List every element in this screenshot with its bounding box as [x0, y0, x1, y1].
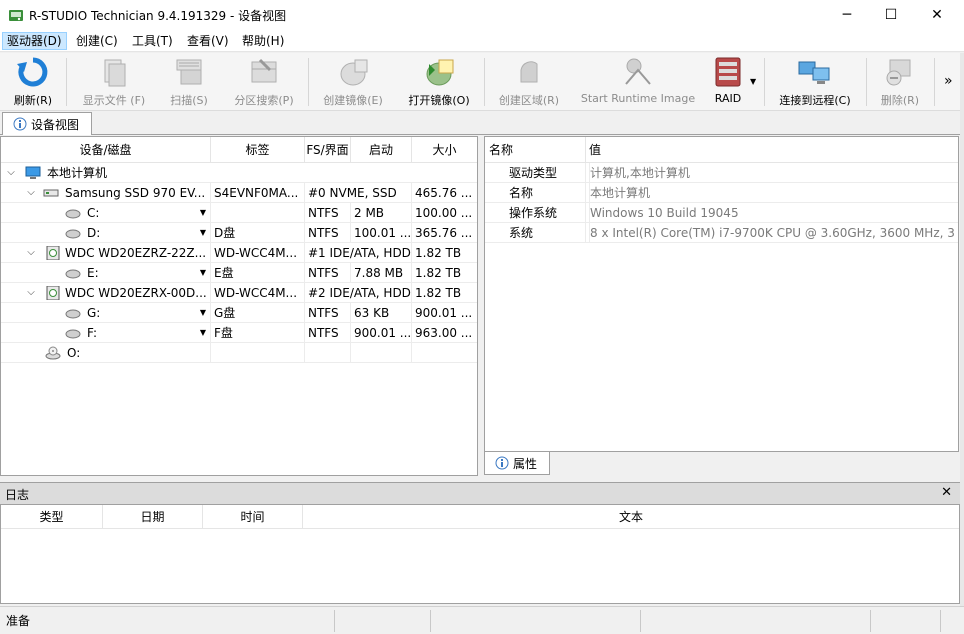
start-runtime-image-button[interactable]: Start Runtime Image	[578, 56, 698, 108]
col-size[interactable]: 大小	[412, 137, 477, 163]
tab-properties[interactable]: 属性	[484, 452, 550, 475]
show-files-icon	[104, 59, 126, 87]
open-image-icon	[426, 59, 454, 86]
property-row[interactable]: 操作系统 Windows 10 Build 19045	[485, 203, 958, 223]
collapse-icon[interactable]: ⌵	[5, 167, 17, 179]
partition-icon	[65, 309, 81, 319]
ssd-icon	[43, 189, 59, 197]
table-row[interactable]: ⌵ 本地计算机	[1, 163, 477, 183]
close-window-button[interactable]: ✕	[914, 0, 960, 30]
properties-icon	[495, 456, 509, 470]
create-region-icon	[520, 61, 538, 83]
refresh-icon	[17, 57, 48, 87]
collapse-icon[interactable]: ⌵	[25, 187, 37, 199]
close-log-icon[interactable]: ✕	[941, 485, 952, 500]
col-log-date[interactable]: 日期	[103, 505, 203, 529]
delete-icon	[886, 59, 911, 86]
partition-dropdown-icon[interactable]: ▼	[200, 203, 206, 223]
create-region-button[interactable]: 创建区域(R)	[494, 56, 564, 108]
menu-bar: 驱动器(D) 创建(C) 工具(T) 查看(V) 帮助(H)	[0, 30, 964, 52]
hdd-icon	[46, 286, 60, 300]
col-label[interactable]: 标签	[211, 137, 305, 163]
partition-dropdown-icon[interactable]: ▼	[200, 323, 206, 343]
status-bar: 准备	[0, 606, 964, 634]
hdd-icon	[46, 246, 60, 260]
toolbar: 刷新(R) 显示文件 (F) 扫描(S) 分区搜索(P) 创建镜像(E) 打开镜…	[0, 53, 964, 111]
tab-device-view[interactable]: 设备视图	[2, 112, 92, 135]
partition-dropdown-icon[interactable]: ▼	[200, 263, 206, 283]
scan-icon	[176, 59, 202, 85]
partition-icon	[65, 229, 81, 239]
partition-icon	[65, 329, 81, 339]
open-image-button[interactable]: 打开镜像(O)	[402, 56, 476, 108]
collapse-icon[interactable]: ⌵	[25, 247, 37, 259]
log-header: 类型 日期 时间 文本	[1, 505, 959, 529]
maximize-button[interactable]: ☐	[868, 0, 914, 30]
toolbar-overflow-button[interactable]: »	[944, 73, 953, 89]
property-row[interactable]: 驱动类型 计算机,本地计算机	[485, 163, 958, 183]
create-image-icon	[340, 59, 368, 86]
delete-button[interactable]: 删除(R)	[876, 56, 924, 108]
device-grid-header: 设备/磁盘 标签 FS/界面 启动 大小	[1, 137, 477, 163]
table-row[interactable]: O:	[1, 343, 477, 363]
document-tab-bar: 设备视图	[0, 111, 964, 135]
raid-dropdown-icon[interactable]: ▼	[750, 77, 756, 86]
table-row[interactable]: ⌵ WDC WD20EZRX-00D... WD-WCC4M... #2 IDE…	[1, 283, 477, 303]
table-row[interactable]: ⌵ WDC WD20EZRZ-22Z... WD-WCC4M... #1 IDE…	[1, 243, 477, 263]
partition-dropdown-icon[interactable]: ▼	[200, 223, 206, 243]
menu-tools[interactable]: 工具(T)	[128, 32, 177, 50]
optical-drive-icon	[45, 346, 61, 360]
log-panel: 类型 日期 时间 文本	[0, 504, 960, 604]
app-window: R-STUDIO Technician 9.4.191329 - 设备视图 ─ …	[0, 0, 964, 634]
col-fs[interactable]: FS/界面	[305, 137, 351, 163]
title-bar: R-STUDIO Technician 9.4.191329 - 设备视图 ─ …	[0, 0, 964, 30]
menu-view[interactable]: 查看(V)	[183, 32, 233, 50]
col-prop-name[interactable]: 名称	[489, 137, 513, 163]
partition-dropdown-icon[interactable]: ▼	[200, 303, 206, 323]
status-text: 准备	[6, 614, 31, 628]
collapse-icon[interactable]: ⌵	[25, 287, 37, 299]
table-row[interactable]: ⌵ Samsung SSD 970 EV... S4EVNF0MA... #0 …	[1, 183, 477, 203]
table-row[interactable]: F: ▼ F盘 NTFS 900.01 ... 963.00 ...	[1, 323, 477, 343]
col-log-time[interactable]: 时间	[203, 505, 303, 529]
window-title: R-STUDIO Technician 9.4.191329 - 设备视图	[29, 9, 287, 23]
partition-search-icon	[251, 58, 277, 83]
table-row[interactable]: D: ▼ D盘 NTFS 100.01 ... 365.76 ...	[1, 223, 477, 243]
property-row[interactable]: 系统 8 x Intel(R) Core(TM) i7-9700K CPU @ …	[485, 223, 958, 243]
table-row[interactable]: G: ▼ G盘 NTFS 63 KB 900.01 ...	[1, 303, 477, 323]
col-device[interactable]: 设备/磁盘	[1, 137, 211, 163]
info-icon	[13, 117, 27, 131]
device-tree-grid: 设备/磁盘 标签 FS/界面 启动 大小 ⌵ 本地计算机 ⌵ Samsung S…	[0, 136, 478, 476]
scan-button[interactable]: 扫描(S)	[164, 56, 214, 108]
col-log-text[interactable]: 文本	[303, 505, 959, 529]
partition-icon	[65, 209, 81, 219]
property-row[interactable]: 名称 本地计算机	[485, 183, 958, 203]
connect-remote-button[interactable]: 连接到远程(C)	[774, 56, 856, 108]
menu-drive[interactable]: 驱动器(D)	[2, 32, 67, 50]
runtime-image-icon	[625, 58, 651, 85]
connect-remote-icon	[798, 61, 830, 84]
table-row[interactable]: E: ▼ E盘 NTFS 7.88 MB 1.82 TB	[1, 263, 477, 283]
menu-help[interactable]: 帮助(H)	[238, 32, 288, 50]
refresh-button[interactable]: 刷新(R)	[8, 56, 58, 108]
app-logo-icon	[9, 10, 23, 21]
log-panel-title: 日志 ✕	[0, 482, 964, 504]
table-row[interactable]: C: ▼ NTFS 2 MB 100.00 ...	[1, 203, 477, 223]
col-log-type[interactable]: 类型	[1, 505, 103, 529]
partition-search-button[interactable]: 分区搜索(P)	[226, 56, 302, 108]
minimize-button[interactable]: ─	[824, 0, 870, 30]
properties-grid: 名称 值 驱动类型 计算机,本地计算机 名称 本地计算机 操作系统 Window…	[484, 136, 959, 452]
col-start[interactable]: 启动	[351, 137, 412, 163]
raid-button[interactable]: RAID	[708, 56, 748, 108]
show-files-button[interactable]: 显示文件 (F)	[76, 56, 152, 108]
partition-icon	[65, 269, 81, 279]
raid-icon	[715, 57, 741, 87]
computer-icon	[25, 166, 41, 179]
window-edge	[960, 53, 964, 606]
col-prop-value[interactable]: 值	[589, 137, 601, 163]
create-image-button[interactable]: 创建镜像(E)	[318, 56, 388, 108]
menu-create[interactable]: 创建(C)	[72, 32, 122, 50]
properties-header: 名称 值	[485, 137, 958, 163]
